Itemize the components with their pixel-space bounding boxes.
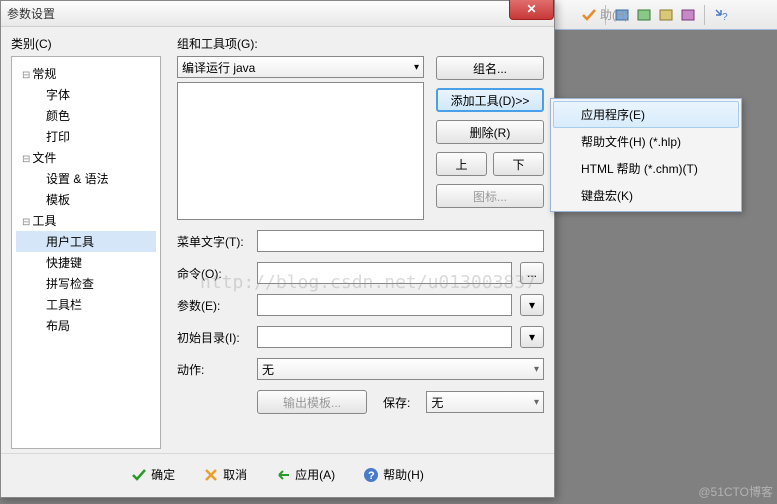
icon-button[interactable]: 图标... — [436, 184, 544, 208]
dialog-titlebar[interactable]: 参数设置 ✕ — [1, 1, 554, 27]
tree-font[interactable]: 字体 — [16, 84, 156, 105]
action-label: 动作: — [177, 361, 249, 378]
check-icon[interactable] — [580, 6, 598, 24]
remove-button[interactable]: 删除(R) — [436, 120, 544, 144]
popup-help-file[interactable]: 帮助文件(H) (*.hlp) — [553, 128, 739, 155]
initial-dir-label: 初始目录(I): — [177, 329, 249, 346]
tree-shortcut[interactable]: 快捷键 — [16, 252, 156, 273]
tree-general[interactable]: 常规 — [16, 63, 156, 84]
apply-icon — [275, 467, 291, 483]
tree-files[interactable]: 文件 — [16, 147, 156, 168]
initial-dir-input[interactable] — [257, 326, 512, 348]
command-browse-button[interactable]: ... — [520, 262, 544, 284]
help-arrow-icon[interactable]: ? — [712, 6, 730, 24]
tree-spell[interactable]: 拼写检查 — [16, 273, 156, 294]
tool-listbox[interactable] — [177, 82, 424, 220]
cancel-button[interactable]: 取消 — [203, 466, 247, 483]
group-combo[interactable]: 编译运行 java — [177, 56, 424, 78]
tree-user-tools[interactable]: 用户工具 — [16, 231, 156, 252]
move-up-button[interactable]: 上 — [436, 152, 487, 176]
svg-text:?: ? — [368, 470, 375, 482]
menu-text-input[interactable] — [257, 230, 544, 252]
help-button[interactable]: ? 帮助(H) — [363, 466, 424, 483]
question-icon: ? — [363, 467, 379, 483]
tree-template[interactable]: 模板 — [16, 189, 156, 210]
add-tool-button[interactable]: 添加工具(D)>> — [436, 88, 544, 112]
output-template-button[interactable]: 输出模板... — [257, 390, 367, 414]
tree-color[interactable]: 颜色 — [16, 105, 156, 126]
close-icon: ✕ — [526, 2, 536, 16]
category-tree[interactable]: 常规 字体 颜色 打印 文件 设置 & 语法 模板 工具 用户工具 快捷键 拼写… — [11, 56, 161, 449]
group-label: 组和工具项(G): — [177, 35, 544, 52]
x-icon — [203, 467, 219, 483]
action-select[interactable]: 无 — [257, 358, 544, 380]
add-tool-popup: 应用程序(E) 帮助文件(H) (*.hlp) HTML 帮助 (*.chm)(… — [550, 98, 742, 212]
ok-button[interactable]: 确定 — [131, 466, 175, 483]
command-input[interactable] — [257, 262, 512, 284]
apply-button[interactable]: 应用(A) — [275, 466, 335, 483]
dialog-footer: 确定 取消 应用(A) ? 帮助(H) — [1, 453, 554, 495]
params-input[interactable] — [257, 294, 512, 316]
tool-icon-3[interactable] — [657, 6, 675, 24]
corner-watermark: @51CTO博客 — [698, 483, 773, 500]
separator — [704, 5, 705, 25]
save-select[interactable]: 无 — [426, 391, 544, 413]
bg-menu-text: 助(H) — [600, 6, 629, 23]
tree-toolbar[interactable]: 工具栏 — [16, 294, 156, 315]
tree-layout[interactable]: 布局 — [16, 315, 156, 336]
dialog-title: 参数设置 — [7, 5, 55, 22]
save-label: 保存: — [383, 394, 410, 411]
params-label: 参数(E): — [177, 297, 249, 314]
command-label: 命令(O): — [177, 265, 249, 282]
tree-tools[interactable]: 工具 — [16, 210, 156, 231]
params-browse-button[interactable]: ▾ — [520, 294, 544, 316]
tool-icon-4[interactable] — [679, 6, 697, 24]
tree-print[interactable]: 打印 — [16, 126, 156, 147]
menu-text-label: 菜单文字(T): — [177, 233, 249, 250]
group-name-button[interactable]: 组名... — [436, 56, 544, 80]
popup-application[interactable]: 应用程序(E) — [553, 101, 739, 128]
move-down-button[interactable]: 下 — [493, 152, 544, 176]
initial-dir-browse-button[interactable]: ▾ — [520, 326, 544, 348]
preferences-dialog: 参数设置 ✕ 类别(C) 常规 字体 颜色 打印 文件 设置 & 语法 模板 工… — [0, 0, 555, 498]
check-icon — [131, 467, 147, 483]
tool-icon-2[interactable] — [635, 6, 653, 24]
category-label: 类别(C) — [11, 35, 161, 52]
group-combo-value: 编译运行 java — [182, 59, 255, 76]
svg-text:?: ? — [722, 12, 728, 23]
close-button[interactable]: ✕ — [509, 0, 554, 20]
popup-keyboard-macro[interactable]: 键盘宏(K) — [553, 182, 739, 209]
popup-html-help[interactable]: HTML 帮助 (*.chm)(T) — [553, 155, 739, 182]
tree-settings[interactable]: 设置 & 语法 — [16, 168, 156, 189]
